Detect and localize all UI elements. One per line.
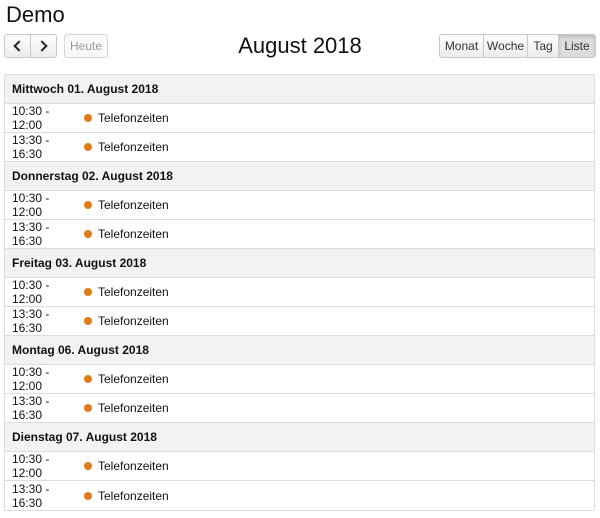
view-list-button[interactable]: Liste: [558, 34, 596, 58]
event-title: Telefonzeiten: [98, 372, 169, 386]
event-title: Telefonzeiten: [98, 140, 169, 154]
event-dot-icon: [84, 288, 92, 296]
event-dot-icon: [84, 201, 92, 209]
event-time: 10:30 - 12:00: [12, 191, 50, 219]
event-time: 13:30 - 16:30: [12, 307, 50, 335]
event-dot-icon: [84, 143, 92, 151]
view-month-button[interactable]: Monat: [439, 34, 484, 58]
event-row[interactable]: 13:30 - 16:30 Telefonzeiten: [5, 394, 594, 423]
event-title: Telefonzeiten: [98, 459, 169, 473]
event-row[interactable]: 10:30 - 12:00 Telefonzeiten: [5, 104, 594, 133]
event-row[interactable]: 13:30 - 16:30 Telefonzeiten: [5, 133, 594, 162]
event-row[interactable]: 13:30 - 16:30 Telefonzeiten: [5, 481, 594, 510]
chevron-left-icon: [13, 40, 25, 52]
event-title: Telefonzeiten: [98, 314, 169, 328]
today-button[interactable]: Heute: [64, 34, 108, 58]
event-time: 13:30 - 16:30: [12, 394, 50, 422]
event-dot-icon: [84, 317, 92, 325]
event-row[interactable]: 10:30 - 12:00 Telefonzeiten: [5, 365, 594, 394]
calendar-toolbar: Heute August 2018 Monat Woche Tag Liste: [4, 33, 596, 58]
event-dot-icon: [84, 114, 92, 122]
day-header: Dienstag 07. August 2018: [5, 423, 594, 452]
event-row[interactable]: 10:30 - 12:00 Telefonzeiten: [5, 452, 594, 481]
day-header: Mittwoch 01. August 2018: [5, 75, 594, 104]
event-title: Telefonzeiten: [98, 285, 169, 299]
event-title: Telefonzeiten: [98, 227, 169, 241]
event-time: 10:30 - 12:00: [12, 365, 50, 393]
event-row[interactable]: 13:30 - 16:30 Telefonzeiten: [5, 220, 594, 249]
calendar-page: Demo Heute August 2018 Monat Woche Tag L…: [0, 0, 600, 518]
event-row[interactable]: 10:30 - 12:00 Telefonzeiten: [5, 191, 594, 220]
event-time: 13:30 - 16:30: [12, 133, 50, 161]
event-dot-icon: [84, 462, 92, 470]
chevron-right-icon: [36, 40, 48, 52]
prev-button[interactable]: [4, 34, 31, 58]
event-time: 10:30 - 12:00: [12, 104, 50, 132]
event-time: 10:30 - 12:00: [12, 278, 50, 306]
page-title: Demo: [6, 2, 65, 27]
event-time: 10:30 - 12:00: [12, 452, 50, 480]
event-row[interactable]: 10:30 - 12:00 Telefonzeiten: [5, 278, 594, 307]
view-switcher: Monat Woche Tag Liste: [439, 34, 596, 58]
day-header: Freitag 03. August 2018: [5, 249, 594, 278]
event-time: 13:30 - 16:30: [12, 220, 50, 248]
event-title: Telefonzeiten: [98, 401, 169, 415]
event-title: Telefonzeiten: [98, 111, 169, 125]
day-header: Montag 06. August 2018: [5, 336, 594, 365]
next-button[interactable]: [30, 34, 57, 58]
event-dot-icon: [84, 375, 92, 383]
view-day-button[interactable]: Tag: [527, 34, 559, 58]
event-time: 13:30 - 16:30: [12, 481, 50, 510]
event-row[interactable]: 13:30 - 16:30 Telefonzeiten: [5, 307, 594, 336]
event-title: Telefonzeiten: [98, 488, 169, 503]
event-dot-icon: [84, 491, 92, 500]
day-header: Donnerstag 02. August 2018: [5, 162, 594, 191]
event-title: Telefonzeiten: [98, 198, 169, 212]
view-week-button[interactable]: Woche: [483, 34, 528, 58]
event-dot-icon: [84, 404, 92, 412]
event-dot-icon: [84, 230, 92, 238]
event-list: Mittwoch 01. August 2018 10:30 - 12:00 Tel…: [4, 74, 595, 511]
